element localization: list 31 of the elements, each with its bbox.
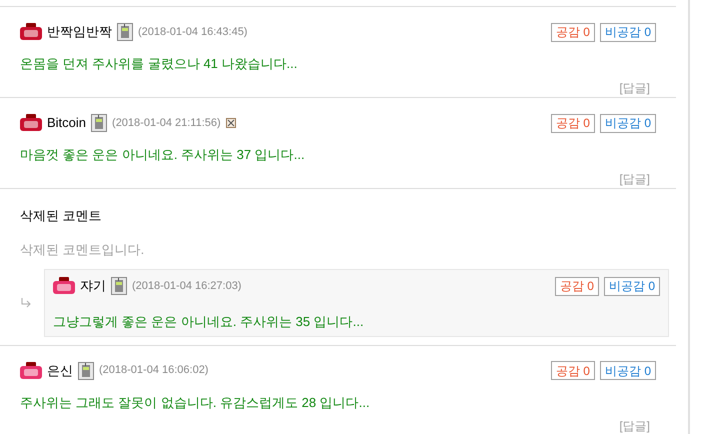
mobile-phone-icon	[78, 362, 94, 380]
dislike-button[interactable]: 비공감 0	[600, 22, 656, 42]
reply-arrow-icon	[20, 298, 32, 308]
like-button[interactable]: 공감 0	[554, 276, 599, 296]
reply-link[interactable]: [답글]	[619, 417, 654, 434]
comment-time: (2018-01-04 16:43:45)	[138, 24, 248, 40]
reply-link[interactable]: [답글]	[619, 78, 654, 96]
deleted-comment-text: 삭제된 코멘트입니다.	[19, 240, 146, 258]
author-name[interactable]: 반짝임반짝	[47, 22, 112, 42]
dislike-button[interactable]: 비공감 0	[600, 114, 656, 132]
comment-time: (2018-01-04 16:06:02)	[99, 363, 208, 378]
like-button[interactable]: 공감 0	[550, 22, 595, 42]
like-button[interactable]: 공감 0	[550, 114, 595, 132]
comment-text: 온몸을 던져 주사위를 굴렸으나 41 나왔습니다...	[20, 55, 298, 73]
like-button[interactable]: 공감 0	[550, 361, 595, 380]
mobile-phone-icon	[91, 114, 108, 132]
dislike-button[interactable]: 비공감 0	[604, 276, 660, 296]
comment-text: 그냥그렇게 좋은 운은 아니네요. 주사위는 35 입니다...	[53, 313, 365, 331]
comment-time: (2018-01-04 16:27:03)	[132, 278, 242, 294]
mobile-phone-icon	[117, 23, 133, 41]
mobile-phone-icon	[111, 277, 127, 295]
author-name[interactable]: 쟈기	[80, 276, 106, 296]
broken-image-icon	[226, 118, 236, 128]
author-name[interactable]: Bitcoin	[47, 113, 86, 133]
deleted-comment-title: 삭제된 코멘트	[19, 207, 103, 225]
dislike-button[interactable]: 비공감 0	[600, 361, 656, 380]
comment-text: 마음껏 좋은 운은 아니네요. 주사위는 37 입니다...	[20, 146, 306, 164]
comment-text: 주사위는 그래도 잘못이 없습니다. 유감스럽게도 28 입니다...	[20, 394, 371, 412]
reply-link[interactable]: [답글]	[619, 170, 654, 188]
comment-time: (2018-01-04 21:11:56)	[112, 116, 221, 131]
author-name[interactable]: 은신	[47, 360, 73, 380]
